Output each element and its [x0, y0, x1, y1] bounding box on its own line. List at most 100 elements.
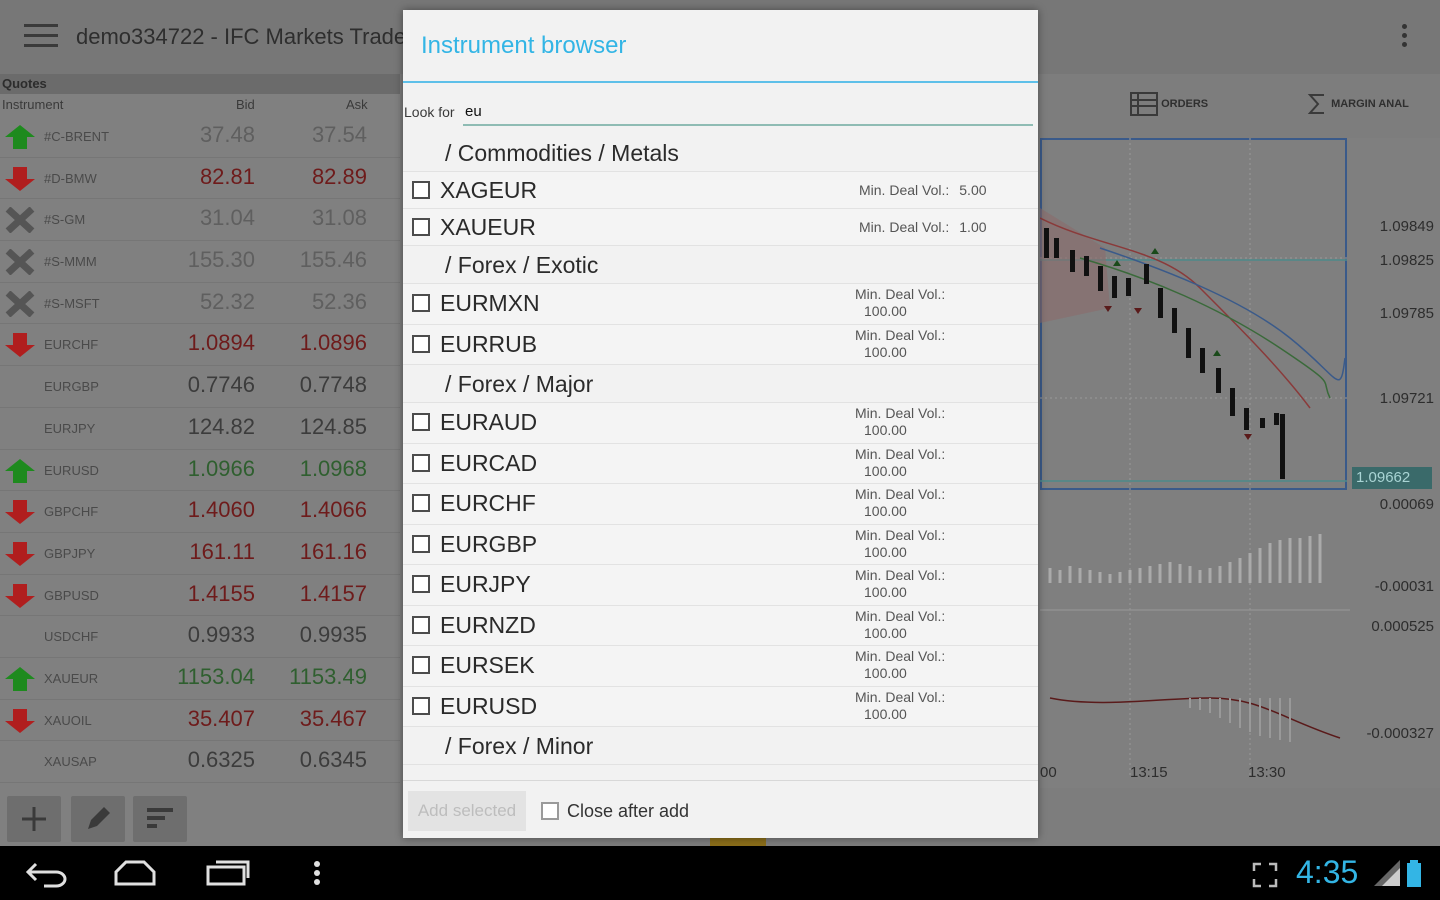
category-forex-major: / Forex / Major [403, 365, 1038, 403]
list-item-eurgbp[interactable]: EURGBP Min. Deal Vol.: 100.00 [403, 524, 1038, 565]
fullscreen-icon[interactable] [1252, 862, 1278, 888]
list-item-eursek[interactable]: EURSEK Min. Deal Vol.: 100.00 [403, 646, 1038, 687]
battery-icon [1407, 860, 1421, 887]
overflow-menu-icon[interactable] [1396, 24, 1412, 52]
quote-row[interactable]: XAUOIL 35.407 35.467 [0, 700, 400, 742]
list-item-eurnzd[interactable]: EURNZD Min. Deal Vol.: 100.00 [403, 605, 1038, 646]
dialog-title: Instrument browser [421, 32, 627, 59]
category-forex-minor: / Forex / Minor [403, 727, 1038, 765]
close-after-add-label: Close after add [567, 801, 690, 821]
more-options-icon[interactable] [310, 858, 324, 888]
quote-row[interactable]: EURGBP 0.7746 0.7748 [0, 366, 400, 408]
osc1-label-top: 0.00069 [1379, 496, 1434, 513]
min-deal-label: Min. Deal Vol.: [855, 607, 946, 624]
home-icon[interactable] [112, 858, 158, 888]
sort-icon[interactable] [133, 796, 187, 842]
min-deal-value: 5.00 [959, 182, 987, 198]
quote-ask: 0.7748 [299, 372, 367, 398]
quote-bid: 0.9933 [187, 622, 255, 648]
instrument-name: EURRUB [440, 330, 538, 357]
list-item-xaueur[interactable]: XAUEUR Min. Deal Vol.: 1.00 [403, 209, 1038, 246]
checkbox[interactable] [412, 413, 430, 431]
list-item-eurrub[interactable]: EURRUB Min. Deal Vol.: 100.00 [403, 324, 1038, 365]
quote-row[interactable]: #S-MMM 155.30 155.46 [0, 241, 400, 283]
quotes-panel: Quotes Instrument Bid Ask #C-BRENT 37.48 3… [0, 74, 400, 846]
quote-row[interactable]: #S-GM 31.04 31.08 [0, 199, 400, 242]
quote-row[interactable]: GBPUSD 1.4155 1.4157 [0, 575, 400, 617]
quote-row[interactable]: #S-MSFT 52.32 52.36 [0, 283, 400, 325]
drag-handle[interactable] [710, 838, 766, 846]
arrow-down-icon [4, 332, 36, 358]
list-item-eurchf[interactable]: EURCHF Min. Deal Vol.: 100.00 [403, 484, 1038, 525]
quote-row[interactable]: #D-BMW 82.81 82.89 [0, 158, 400, 200]
list-item-euraud[interactable]: EURAUD Min. Deal Vol.: 100.00 [403, 403, 1038, 444]
quote-symbol: EURUSD [44, 462, 99, 478]
list-item-eurcad[interactable]: EURCAD Min. Deal Vol.: 100.00 [403, 443, 1038, 484]
close-after-add-checkbox[interactable] [541, 802, 559, 820]
quote-symbol: XAUEUR [44, 670, 99, 686]
checkbox[interactable] [412, 615, 430, 634]
quotes-column-header: Instrument Bid Ask [0, 94, 400, 116]
arrow-down-icon [4, 708, 36, 734]
time-label-1: 00 [1040, 764, 1057, 781]
quote-symbol: GBPJPY [44, 545, 96, 561]
checkbox[interactable] [412, 334, 430, 353]
checkbox[interactable] [412, 696, 430, 715]
quote-symbol: #S-MSFT [44, 295, 100, 311]
recent-apps-icon[interactable] [204, 858, 252, 888]
quote-ask: 35.467 [299, 705, 367, 731]
list-item-eurusd[interactable]: EURUSD Min. Deal Vol.: 100.00 [403, 686, 1038, 727]
tab-orders[interactable]: ORDERS [1130, 92, 1208, 116]
quote-symbol: EURCHF [44, 337, 99, 353]
price-label-1: 1.09849 [1379, 218, 1434, 235]
quote-list: #C-BRENT 37.48 37.54 #D-BMW 82.81 82.89 #S-GM 3… [0, 116, 400, 783]
quote-row[interactable]: EURJPY 124.82 124.85 [0, 408, 400, 450]
category-forex-exotic: / Forex / Exotic [403, 246, 1038, 284]
price-chart[interactable] [1040, 138, 1440, 788]
quote-row[interactable]: GBPCHF 1.4060 1.4066 [0, 491, 400, 533]
checkbox[interactable] [412, 181, 430, 199]
quote-bid: 35.407 [187, 705, 255, 731]
hamburger-menu-icon[interactable] [24, 24, 58, 48]
dialog-button-bar: Add selected Close after add [403, 780, 1038, 838]
checkbox[interactable] [412, 494, 430, 512]
list-item-eurmxn[interactable]: EURMXN Min. Deal Vol.: 100.00 [403, 284, 1038, 325]
quote-row[interactable]: EURUSD 1.0966 1.0968 [0, 450, 400, 492]
min-deal-value: 100.00 [864, 343, 907, 360]
price-label-3: 1.09785 [1379, 305, 1434, 322]
checkbox[interactable] [412, 534, 430, 553]
min-deal-value: 100.00 [864, 503, 907, 519]
quote-symbol: XAUOIL [44, 712, 92, 728]
chart-plot [1040, 138, 1350, 778]
quote-row[interactable]: GBPJPY 161.11 161.16 [0, 533, 400, 575]
checkbox[interactable] [412, 453, 430, 472]
signal-icon [1374, 860, 1400, 886]
instrument-list: / Commodities / Metals XAGEUR Min. Deal … [403, 134, 1038, 780]
checkbox[interactable] [412, 656, 430, 674]
min-deal-label: Min. Deal Vol.: [855, 445, 946, 462]
quote-row[interactable]: USDCHF 0.9933 0.9935 [0, 616, 400, 658]
list-item-xageur[interactable]: XAGEUR Min. Deal Vol.: 5.00 [403, 172, 1038, 209]
min-deal-label: Min. Deal Vol.: [855, 526, 946, 543]
osc1-label-bottom: -0.00031 [1374, 578, 1434, 595]
quote-row[interactable]: XAUSAP 0.6325 0.6345 [0, 741, 400, 783]
add-selected-button[interactable]: Add selected [408, 791, 526, 831]
quote-row[interactable]: EURCHF 1.0894 1.0896 [0, 324, 400, 367]
quote-row[interactable]: #C-BRENT 37.48 37.54 [0, 116, 400, 158]
back-icon[interactable] [24, 858, 68, 888]
look-for-input[interactable] [463, 98, 1033, 126]
checkbox[interactable] [412, 294, 430, 312]
checkbox[interactable] [412, 218, 430, 236]
edit-pencil-icon[interactable] [71, 796, 125, 842]
quote-symbol: EURJPY [44, 420, 96, 436]
checkbox[interactable] [412, 575, 430, 593]
quote-ask: 1.4066 [299, 497, 367, 523]
min-deal-value: 100.00 [864, 462, 907, 479]
min-deal-label: Min. Deal Vol.: [855, 405, 946, 421]
quote-bid: 0.6325 [187, 747, 255, 773]
tab-margin-label: MARGIN ANAL [1331, 97, 1409, 110]
add-icon[interactable] [7, 796, 61, 842]
list-item-eurjpy[interactable]: EURJPY Min. Deal Vol.: 100.00 [403, 565, 1038, 606]
tab-margin-analysis[interactable]: MARGIN ANAL [1306, 92, 1409, 116]
quote-row[interactable]: XAUEUR 1153.04 1153.49 [0, 658, 400, 700]
